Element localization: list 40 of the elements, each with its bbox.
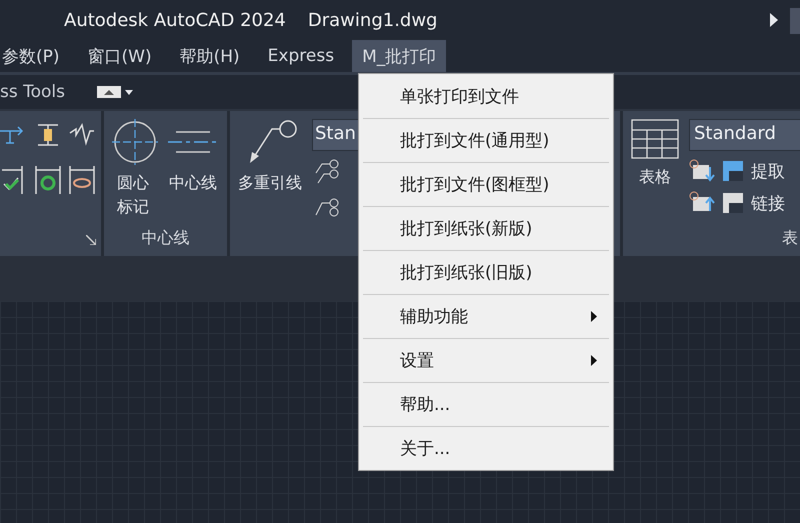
dropdown-item[interactable]: 批打到文件(通用型) [363,118,609,162]
panel-launcher-icon[interactable] [86,235,96,245]
data-icon[interactable] [721,159,745,183]
dropdown-item[interactable]: 关于... [363,426,609,470]
panel-title: 中心线 [140,228,190,249]
dropdown-item[interactable]: 设置 [363,338,609,382]
update-dimension-icon[interactable] [34,166,62,194]
submenu-arrow-icon [591,355,597,366]
table-action[interactable]: 链接 [751,192,785,214]
menu-item[interactable]: 参数(P) [0,40,70,72]
dropdown-item[interactable]: 单张打印到文件 [363,74,609,118]
multileader-button[interactable]: 多重引线 [238,171,302,195]
center-mark-icon[interactable] [112,119,158,165]
dropdown-item[interactable]: 帮助... [363,382,609,426]
menu-item[interactable]: Express [258,40,344,72]
center-mark-button[interactable]: 圆心标记 [117,171,153,219]
caret-icon [125,90,133,94]
panel-toggle[interactable] [97,86,133,98]
menu-item[interactable]: 窗口(W) [78,40,162,72]
ribbon-tab[interactable]: ss Tools [0,82,65,102]
table-icon[interactable] [631,119,679,159]
table-button[interactable]: 表格 [639,165,671,189]
menu-item[interactable]: M_批打印 [352,40,446,72]
submenu-arrow-icon [591,311,597,322]
table-action[interactable]: 提取 [751,160,785,182]
panel-title: 表 [781,228,799,249]
dropdown-item[interactable]: 批打到文件(图框型) [363,162,609,206]
table-link-icon[interactable] [689,159,715,183]
collapse-arrow-icon [104,90,114,94]
dropdown-item[interactable]: 辅助功能 [363,294,609,338]
menu-item[interactable]: 帮助(H) [170,40,250,72]
app-title: Autodesk AutoCAD 2024 [64,10,286,30]
table-style-dropdown[interactable]: Standard [689,119,800,151]
centerline-button[interactable]: 中心线 [169,171,217,195]
dropdown-item[interactable]: 批打到纸张(新版) [363,206,609,250]
expand-arrow-icon[interactable] [770,13,778,27]
associative-dimension-icon[interactable] [68,166,96,194]
data-icon[interactable] [721,191,745,215]
document-title: Drawing1.dwg [308,10,438,30]
dropdown-item[interactable]: 批打到纸张(旧版) [363,250,609,294]
